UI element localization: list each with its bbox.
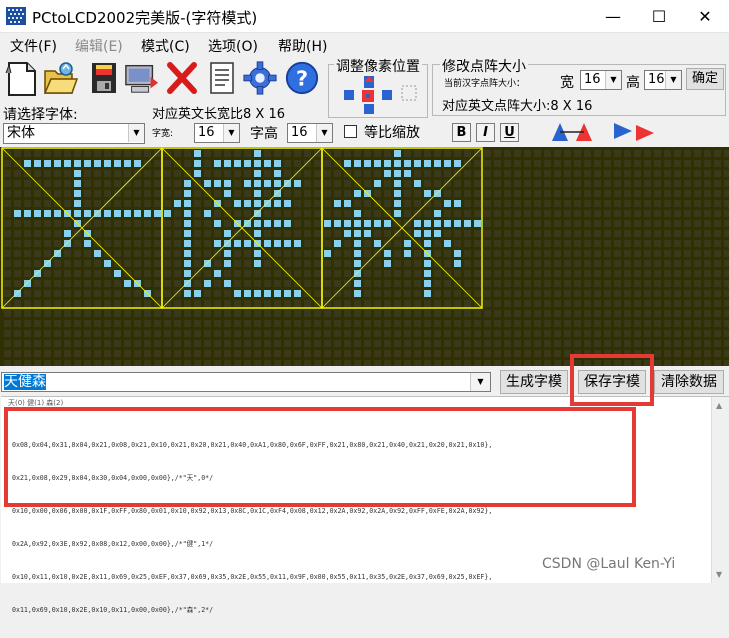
code-line: 0x11,0x69,0x10,0x2E,0x10,0x11,0x00,0x00}… [12, 606, 214, 614]
delete-button[interactable] [164, 58, 200, 98]
ratio-label: 等比缩放 [364, 125, 420, 141]
svg-text:?: ? [296, 67, 308, 91]
bold-button[interactable]: B [452, 123, 471, 142]
new-file-button[interactable] [4, 58, 40, 98]
pixel-editor-canvas[interactable] [0, 147, 729, 366]
app-window: PCtoLCD2002完美版-(字符模式) — ☐ ✕ 文件(F) 编辑(E) … [0, 0, 729, 614]
clear-button[interactable]: 清除数据 [654, 370, 724, 394]
flip-horizontal-icon[interactable] [550, 121, 598, 143]
code-line: 0x10,0x00,0x06,0x00,0x1F,0xFF,0x80,0x01,… [12, 507, 493, 515]
font-combo[interactable]: 宋体 ▼ [3, 123, 145, 144]
generate-button[interactable]: 生成字模 [500, 370, 568, 394]
current-size-label: 当前汉字点阵大小： [444, 79, 526, 89]
italic-button[interactable]: I [476, 123, 495, 142]
maximize-button[interactable]: ☐ [636, 0, 682, 33]
window-title: PCtoLCD2002完美版-(字符模式) [32, 9, 258, 27]
width-combo-value: 16 [584, 72, 601, 87]
delete-x-icon [167, 62, 197, 94]
title-bar: PCtoLCD2002完美版-(字符模式) — ☐ ✕ [0, 0, 729, 33]
menu-help[interactable]: 帮助(H) [278, 36, 327, 56]
close-button[interactable]: ✕ [682, 0, 728, 33]
scroll-up-icon[interactable]: ▲ [716, 401, 722, 410]
maximize-icon: ☐ [651, 7, 667, 26]
code-line: 0x10,0x11,0x10,0x2E,0x11,0x69,0x25,0xEF,… [12, 573, 493, 581]
move-down-icon[interactable] [364, 104, 374, 114]
confirm-size-button[interactable]: 确定 [686, 68, 724, 90]
char-width-combo[interactable]: 16 ▼ [194, 123, 240, 143]
chevron-down-icon: ▼ [605, 71, 621, 89]
char-height-value: 16 [291, 125, 308, 140]
save-button[interactable] [86, 58, 122, 98]
font-combo-value: 宋体 [7, 125, 35, 141]
close-icon: ✕ [698, 7, 712, 26]
chevron-down-icon: ▼ [665, 71, 681, 89]
char-height-label: 字高 [250, 126, 278, 142]
choose-font-label: 请选择字体: [3, 107, 78, 123]
help-button[interactable]: ? [284, 58, 320, 98]
char-height-combo[interactable]: 16 ▼ [287, 123, 333, 143]
app-icon [6, 7, 26, 25]
move-right-icon[interactable] [382, 90, 392, 100]
flip-vertical-icon[interactable] [612, 121, 660, 143]
highlight-save-button [570, 354, 654, 406]
english-ratio-label: 对应英文长宽比8 X 16 [152, 107, 285, 122]
computer-icon [125, 64, 159, 93]
export-button[interactable] [124, 58, 160, 98]
adjust-pixel-arrows [344, 76, 417, 114]
open-button[interactable] [42, 58, 78, 98]
pixel-grid[interactable] [0, 147, 729, 366]
text-input[interactable]: 天健森 [1, 372, 491, 392]
height-combo-value: 16 [648, 72, 665, 87]
save-disk-icon [92, 63, 116, 93]
new-file-icon [5, 62, 36, 96]
text-input-value: 天健森 [4, 374, 46, 390]
menu-edit[interactable]: 编辑(E) [75, 36, 123, 56]
highlight-code-output [4, 407, 636, 507]
code-line: 0x2A,0x92,0x3E,0x92,0x08,0x12,0x00,0x00}… [12, 540, 214, 548]
height-label: 高 [626, 75, 640, 91]
help-icon: ? [285, 61, 319, 95]
watermark: CSDN @Laul Ken-Yi [542, 556, 676, 572]
menu-file[interactable]: 文件(F) [10, 36, 57, 56]
menu-mode[interactable]: 模式(C) [141, 36, 190, 56]
menu-options[interactable]: 选项(O) [208, 36, 258, 56]
scroll-down-icon[interactable]: ▼ [716, 570, 722, 579]
document-icon [210, 62, 234, 94]
chevron-down-icon[interactable]: ▼ [470, 373, 490, 391]
vertical-scrollbar[interactable]: ▲ ▼ [711, 397, 729, 583]
english-size-label: 对应英文点阵大小:8 X 16 [442, 99, 593, 114]
underline-button[interactable]: U [500, 123, 519, 142]
width-combo[interactable]: 16 ▼ [580, 70, 622, 90]
minimize-icon: — [605, 7, 621, 26]
adjust-pixel-title: 调整像素位置 [334, 56, 422, 76]
dotted-square-icon[interactable] [401, 85, 417, 101]
char-width-label: 字宽: [152, 129, 174, 139]
height-combo[interactable]: 16 ▼ [644, 70, 682, 90]
width-label: 宽 [560, 75, 574, 91]
ratio-checkbox[interactable] [344, 125, 357, 138]
gear-icon [243, 61, 277, 95]
move-up-icon[interactable] [364, 76, 374, 88]
settings-button[interactable] [242, 58, 278, 98]
chevron-down-icon: ▼ [316, 124, 332, 142]
move-left-icon[interactable] [344, 90, 354, 100]
open-folder-icon [43, 62, 78, 94]
menu-bar: 文件(F) 编辑(E) 模式(C) 选项(O) 帮助(H) [0, 33, 729, 57]
resize-title: 修改点阵大小 [440, 56, 528, 76]
chevron-down-icon: ▼ [223, 124, 239, 142]
chevron-down-icon: ▼ [128, 124, 144, 142]
char-width-value: 16 [198, 125, 215, 140]
minimize-button[interactable]: — [590, 0, 636, 33]
document-button[interactable] [204, 58, 240, 98]
center-icon[interactable] [362, 90, 374, 102]
